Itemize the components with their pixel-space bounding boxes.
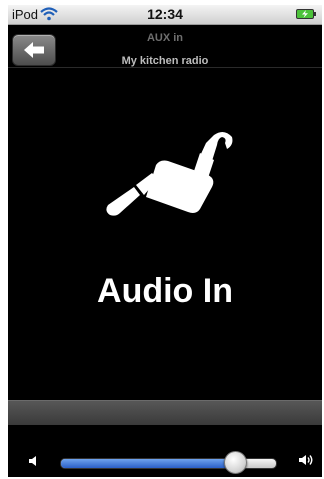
- device-screen: iPod 12:34 AUX in My kitchen radio Audio…: [8, 5, 322, 477]
- audio-jack-plug-icon: [106, 131, 233, 216]
- audio-source-title: Audio In: [97, 272, 233, 310]
- nav-title: AUX in: [146, 32, 184, 44]
- main-content: Audio In: [8, 68, 322, 400]
- volume-slider-thumb[interactable]: [223, 451, 247, 474]
- volume-control: [8, 425, 322, 477]
- nav-subtitle: My kitchen radio: [121, 55, 209, 67]
- back-button[interactable]: [12, 34, 56, 66]
- toolbar-strip: [8, 400, 322, 425]
- status-bar: iPod 12:34: [8, 5, 322, 25]
- speaker-high-icon: [299, 455, 313, 465]
- navigation-bar: AUX in My kitchen radio: [8, 25, 322, 68]
- battery-charging-icon: [296, 9, 316, 19]
- speaker-low-icon: [29, 456, 36, 466]
- status-time: 12:34: [147, 6, 183, 22]
- volume-slider-fill: [61, 459, 236, 468]
- back-arrow-icon: [24, 42, 44, 58]
